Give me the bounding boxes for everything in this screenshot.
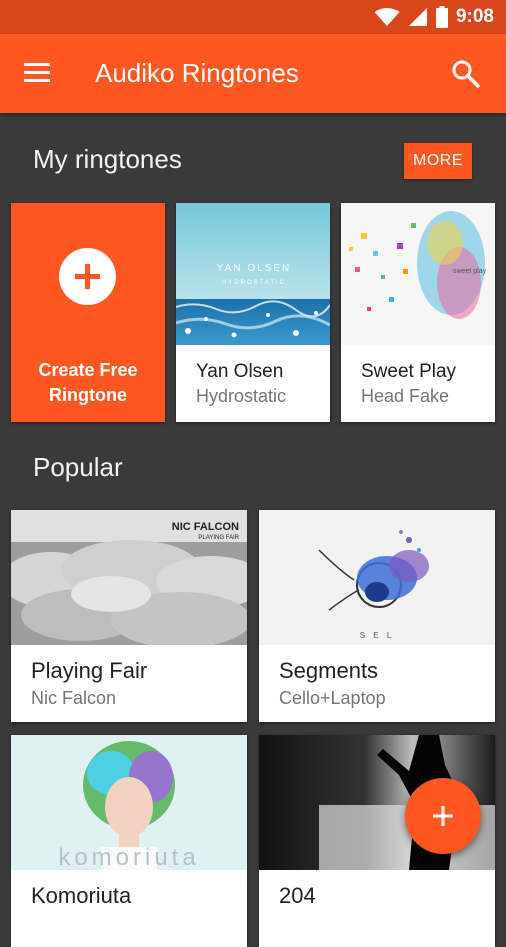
art-text-album: HYDROSTATIC: [222, 280, 286, 286]
album-art-segments: S E L: [259, 510, 495, 645]
art-text-komoriuta: komoriuta: [58, 844, 199, 870]
create-label-line2: Ringtone: [49, 385, 127, 405]
plus-icon: [75, 264, 100, 289]
create-ringtone-card[interactable]: Create Free Ringtone: [11, 203, 165, 422]
plus-icon: [433, 806, 453, 826]
album-art-komoriuta: komoriuta: [11, 735, 247, 870]
ringtone-subtitle: Hydrostatic: [196, 386, 287, 406]
album-art-head-fake: sweet play: [341, 203, 495, 345]
search-icon[interactable]: [450, 58, 482, 90]
album-art-playing-fair: NIC FALCON PLAYING FAIR: [11, 510, 247, 645]
art-text-segments: S E L: [360, 631, 395, 640]
ringtone-subtitle: Nic Falcon: [31, 688, 117, 708]
add-circle: [59, 248, 116, 305]
ringtone-card-komoriuta[interactable]: komoriuta Komoriuta: [11, 735, 247, 947]
section-title-popular: Popular: [33, 452, 123, 482]
wifi-icon: [374, 8, 400, 26]
ringtone-title: Komoriuta: [31, 883, 132, 908]
status-time: 9:08: [455, 6, 494, 27]
battery-icon: [435, 6, 448, 28]
create-ringtone-label: Create Free Ringtone: [11, 358, 165, 408]
menu-icon[interactable]: [22, 59, 52, 87]
ringtone-card-yan-olsen[interactable]: YAN OLSEN HYDROSTATIC Yan Olsen Hydrosta…: [176, 203, 330, 422]
create-label-line1: Create Free: [38, 360, 138, 380]
signal-icon: [408, 8, 427, 26]
ringtone-title: Playing Fair: [31, 658, 148, 683]
ringtone-card-playing-fair[interactable]: NIC FALCON PLAYING FAIR Playing Fair Nic…: [11, 510, 247, 722]
ringtone-title: Segments: [279, 658, 379, 683]
add-ringtone-fab[interactable]: [405, 778, 481, 854]
app-title: Audiko Ringtones: [95, 58, 299, 88]
art-text-artist: NIC FALCON: [172, 521, 239, 533]
section-title-my-ringtones: My ringtones: [33, 144, 182, 174]
art-text-album: PLAYING FAIR: [198, 535, 239, 541]
ringtone-title: Yan Olsen: [196, 361, 284, 382]
ringtone-card-segments[interactable]: S E L Segments Cello+Laptop: [259, 510, 495, 722]
ringtone-subtitle: Cello+Laptop: [279, 688, 386, 708]
app-bar: Audiko Ringtones: [0, 34, 506, 113]
ringtone-subtitle: Head Fake: [361, 386, 450, 406]
ringtone-title: Sweet Play: [361, 361, 457, 382]
ringtone-title: 204: [279, 883, 316, 908]
more-button[interactable]: MORE: [404, 143, 472, 179]
status-icons: 9:08: [374, 6, 494, 28]
album-art-hydrostatic: YAN OLSEN HYDROSTATIC: [176, 203, 330, 345]
art-text-sweet-play: sweet play: [453, 268, 487, 275]
status-bar: 9:08: [0, 0, 506, 34]
ringtone-card-sweet-play[interactable]: sweet play Sweet Play Head Fake: [341, 203, 495, 422]
art-text-artist: YAN OLSEN: [217, 263, 292, 274]
